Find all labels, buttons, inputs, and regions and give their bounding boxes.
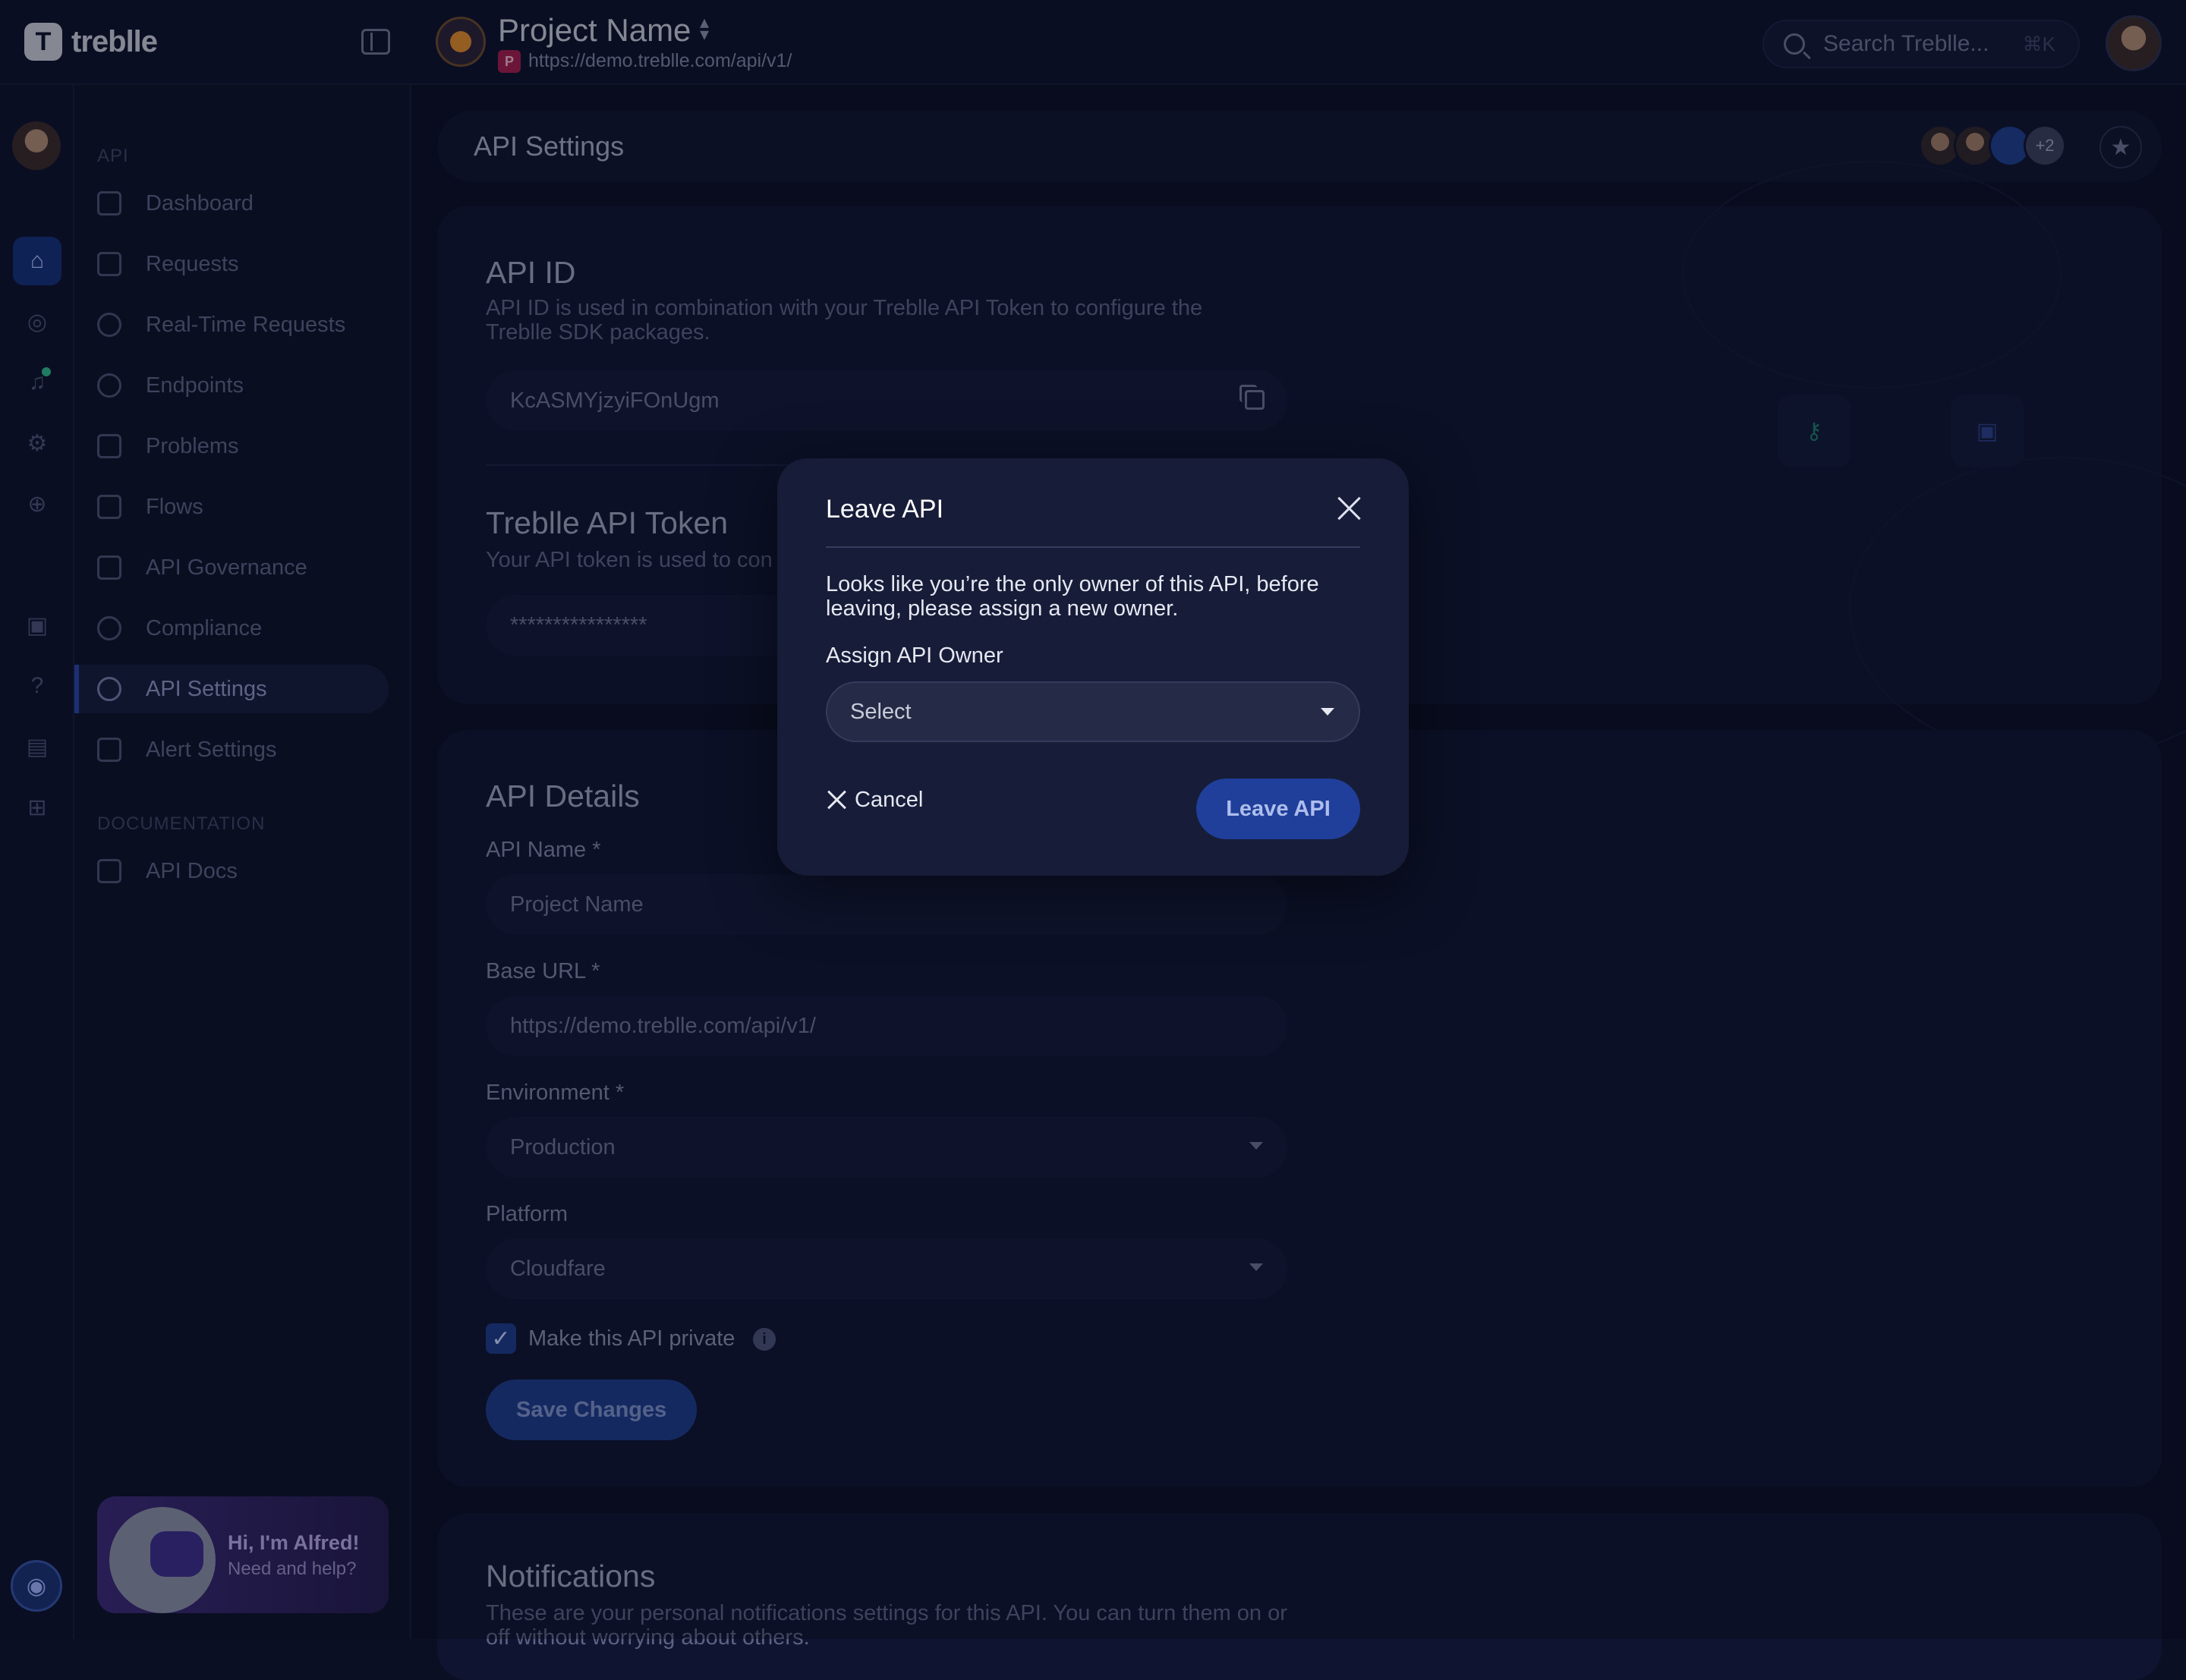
modal-title: Leave API xyxy=(826,495,944,524)
assign-owner-value: Select xyxy=(850,699,912,724)
cancel-label: Cancel xyxy=(855,787,924,812)
close-icon[interactable] xyxy=(1334,493,1365,524)
cancel-button[interactable]: Cancel xyxy=(826,777,923,823)
modal-description: Looks like you’re the only owner of this… xyxy=(826,572,1319,621)
leave-api-modal: Leave API Looks like you’re the only own… xyxy=(777,458,1409,876)
assign-owner-label: Assign API Owner xyxy=(826,643,1003,668)
modal-divider xyxy=(826,546,1360,548)
leave-api-button[interactable]: Leave API xyxy=(1196,779,1360,839)
close-icon xyxy=(826,789,847,810)
chevron-down-icon xyxy=(1321,708,1334,716)
assign-owner-select[interactable]: Select xyxy=(826,681,1360,742)
